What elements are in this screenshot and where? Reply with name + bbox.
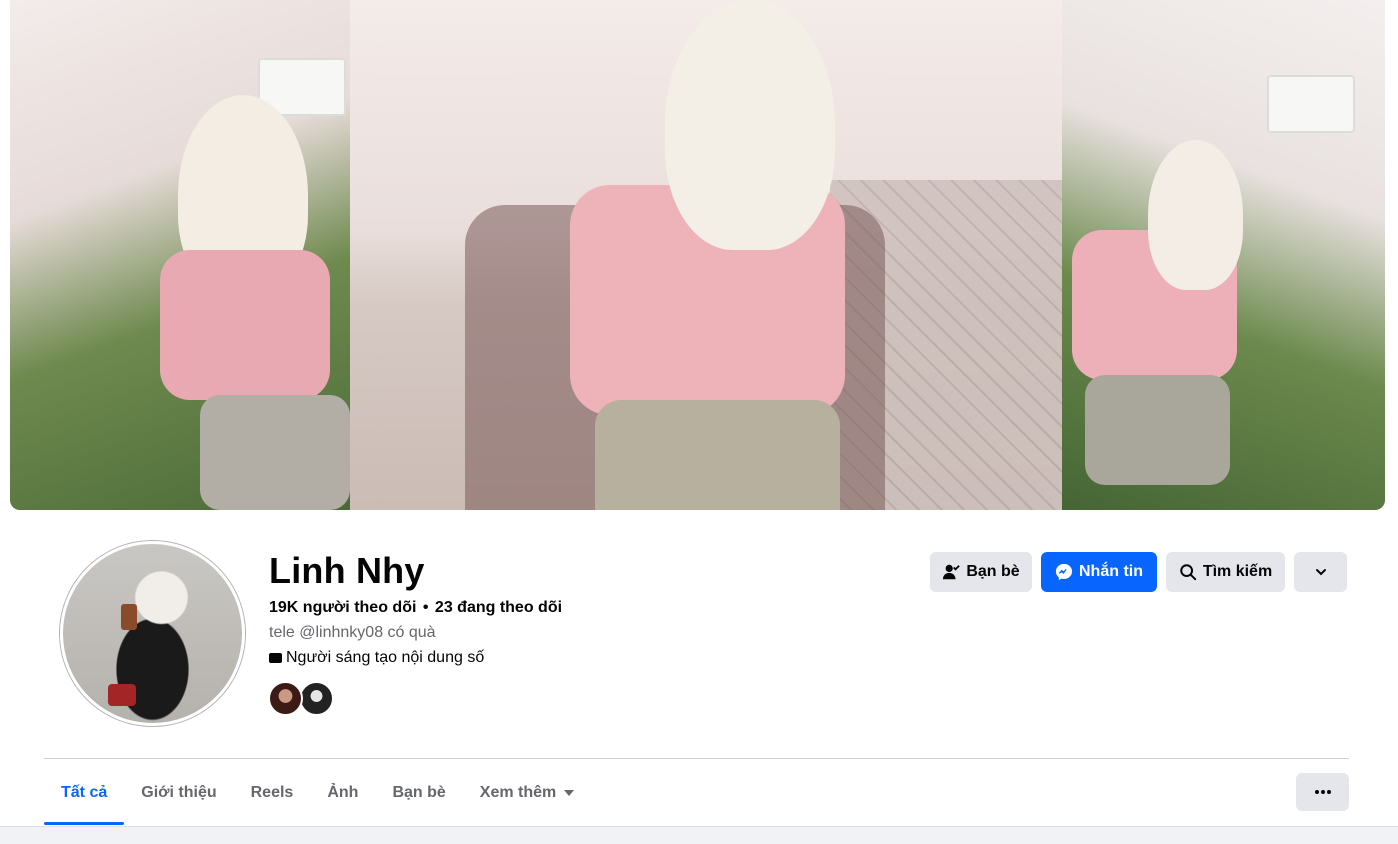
cover-figure (1085, 375, 1230, 485)
friend-avatar[interactable] (299, 681, 334, 716)
avatar-detail (121, 604, 137, 630)
cover-figure (665, 0, 835, 250)
profile-options-button[interactable] (1296, 773, 1349, 811)
search-button-label: Tìm kiếm (1202, 563, 1273, 580)
tab-label: Bạn bè (392, 784, 446, 801)
ellipsis-icon (1314, 790, 1331, 794)
profile-name: Linh Nhy (269, 550, 425, 591)
following-count[interactable]: 23 đang theo dõi (435, 599, 562, 616)
friends-button[interactable]: Bạn bè (930, 552, 1032, 592)
cover-figure (200, 395, 350, 510)
cover-figure (160, 250, 330, 400)
tab-all[interactable]: Tất cả (44, 762, 125, 825)
profile-divider (44, 758, 1349, 759)
caret-down-icon (564, 790, 575, 796)
tab-friends[interactable]: Bạn bè (375, 762, 462, 824)
cover-figure (1148, 140, 1243, 290)
messenger-icon (1055, 563, 1073, 581)
creator-icon (269, 653, 282, 663)
stats-separator: • (422, 599, 429, 616)
category-label: Người sáng tạo nội dung số (286, 649, 485, 666)
tab-see-more[interactable]: Xem thêm (463, 762, 591, 824)
avatar-detail (108, 684, 136, 706)
tab-photos[interactable]: Ảnh (310, 762, 375, 824)
message-button[interactable]: Nhắn tin (1041, 552, 1157, 592)
person-check-icon (943, 564, 961, 580)
search-icon (1180, 564, 1197, 581)
profile-tabs: Tất cả Giới thiệu Reels Ảnh Bạn bè Xem t… (44, 762, 591, 825)
search-button[interactable]: Tìm kiếm (1166, 552, 1285, 592)
message-button-label: Nhắn tin (1079, 563, 1143, 580)
followers-count[interactable]: 19K người theo dõi (269, 599, 416, 616)
tab-label: Tất cả (61, 784, 108, 801)
cover-photo[interactable] (10, 0, 1385, 510)
cover-figure (595, 400, 840, 510)
tab-label: Ảnh (327, 784, 359, 801)
tab-label: Xem thêm (479, 784, 557, 801)
cover-ac-unit (1267, 75, 1355, 133)
mutual-friends[interactable] (268, 681, 338, 717)
tab-reels[interactable]: Reels (234, 762, 311, 824)
tab-label: Reels (250, 784, 294, 801)
tab-label: Giới thiệu (141, 784, 217, 801)
profile-category: Người sáng tạo nội dung số (269, 648, 484, 668)
friends-button-label: Bạn bè (966, 563, 1020, 580)
page-background-strip (0, 826, 1398, 844)
follow-stats: 19K người theo dõi • 23 đang theo dõi (269, 598, 562, 618)
tab-about[interactable]: Giới thiệu (124, 762, 233, 824)
profile-bio: tele @linhnky08 có quà (269, 624, 436, 641)
chevron-down-icon (1315, 569, 1326, 576)
friend-avatar[interactable] (268, 681, 303, 716)
more-options-button[interactable] (1294, 552, 1347, 592)
profile-avatar[interactable] (60, 541, 245, 726)
